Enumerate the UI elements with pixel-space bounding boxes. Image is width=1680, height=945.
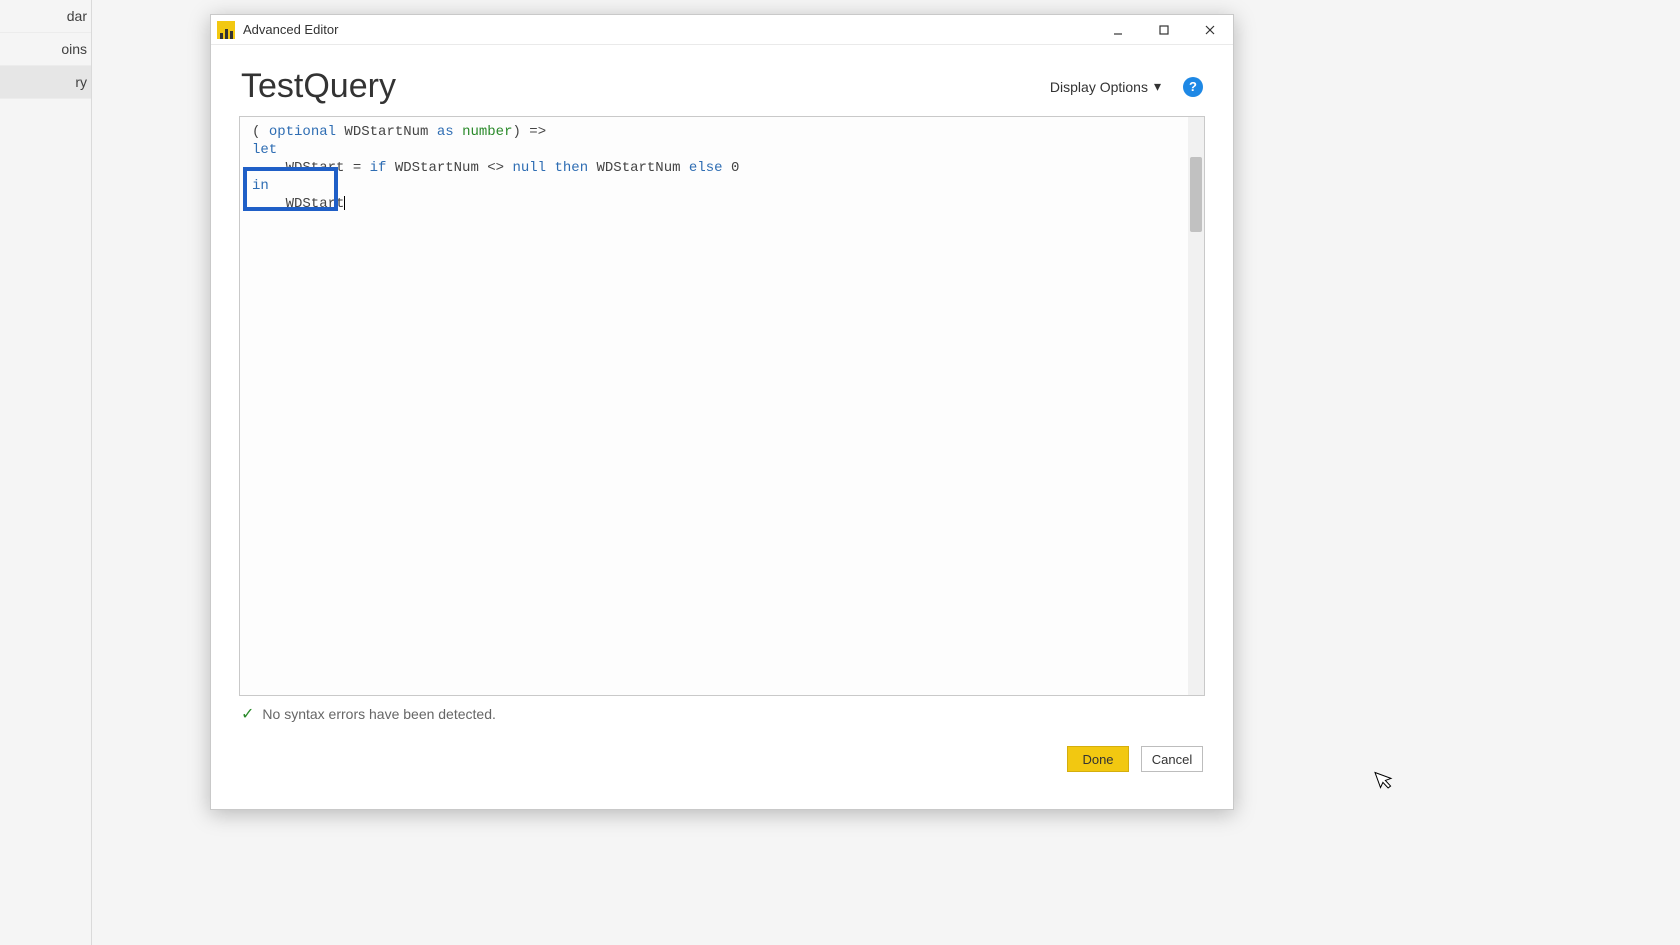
code-content[interactable]: ( optional WDStartNum as number) => let … <box>240 117 1204 255</box>
done-button[interactable]: Done <box>1067 746 1129 772</box>
powerbi-icon <box>217 21 235 39</box>
scrollbar-thumb[interactable] <box>1190 157 1202 232</box>
status-bar: ✓ No syntax errors have been detected. <box>211 696 1233 724</box>
chevron-down-icon: ▾ <box>1154 78 1161 95</box>
mouse-cursor <box>1374 766 1400 798</box>
close-button[interactable] <box>1187 15 1233 45</box>
scrollbar-vertical[interactable] <box>1188 117 1204 695</box>
header: TestQuery Display Options ▾ ? <box>211 45 1233 116</box>
sidebar-item[interactable]: oins <box>0 33 91 66</box>
query-title: TestQuery <box>241 67 1050 106</box>
help-icon[interactable]: ? <box>1183 77 1203 97</box>
maximize-button[interactable] <box>1141 15 1187 45</box>
check-icon: ✓ <box>241 704 254 724</box>
advanced-editor-window: Advanced Editor TestQuery Display Option… <box>210 14 1234 810</box>
window-title: Advanced Editor <box>243 22 338 37</box>
display-options-dropdown[interactable]: Display Options ▾ <box>1050 78 1161 95</box>
minimize-button[interactable] <box>1095 15 1141 45</box>
sidebar-item[interactable]: dar <box>0 0 91 33</box>
dialog-buttons: Done Cancel <box>211 724 1233 772</box>
code-editor[interactable]: ( optional WDStartNum as number) => let … <box>239 116 1205 696</box>
cancel-button[interactable]: Cancel <box>1141 746 1203 772</box>
status-message: No syntax errors have been detected. <box>262 706 495 722</box>
display-options-label: Display Options <box>1050 79 1148 95</box>
text-caret <box>344 196 345 210</box>
sidebar-item[interactable]: ry <box>0 66 91 99</box>
queries-sidebar: dar oins ry <box>0 0 92 945</box>
title-bar: Advanced Editor <box>211 15 1233 45</box>
